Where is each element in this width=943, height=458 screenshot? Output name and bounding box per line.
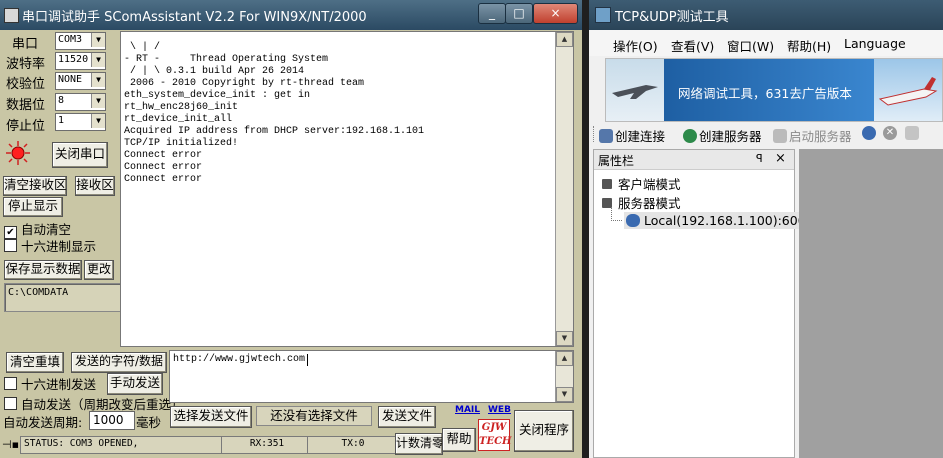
send-input[interactable]: http://www.gjwtech.com ▲ ▼ <box>169 350 574 403</box>
baud-select[interactable]: 11520 ▼ <box>55 52 106 70</box>
close-icon[interactable]: × <box>533 3 578 24</box>
scroll-down-icon[interactable]: ▼ <box>556 331 573 346</box>
chevron-down-icon: ▼ <box>91 53 105 67</box>
toolbar-grip <box>593 126 597 142</box>
create-server-button[interactable]: 创建服务器 <box>683 126 762 145</box>
chevron-down-icon: ▼ <box>91 114 105 128</box>
period-input[interactable]: 1000 <box>89 411 135 430</box>
scroll-up-icon[interactable]: ▲ <box>556 32 573 47</box>
banner-jet-image <box>606 59 664 121</box>
chevron-down-icon: ▼ <box>91 94 105 108</box>
save-path-field[interactable]: C:\COMDATA <box>4 283 121 312</box>
tree-item-local-server[interactable]: Local(192.168.1.100):6000 <box>624 212 816 229</box>
parity-select[interactable]: NONE ▼ <box>55 72 106 90</box>
change-path-button[interactable]: 更改 <box>84 260 114 280</box>
hex-send-checkbox[interactable]: 十六进制发送 <box>4 374 96 393</box>
serial-title-bar[interactable]: 串口调试助手 SComAssistant V2.2 For WIN9X/NT/2… <box>0 0 582 30</box>
web-link[interactable]: WEB <box>488 405 511 415</box>
menu-window[interactable]: 窗口(W) <box>727 36 774 55</box>
logo-text-top: GJW <box>481 422 507 433</box>
databits-label: 数据位 <box>6 98 46 113</box>
logo-text-bottom: TECH <box>479 436 512 447</box>
receive-terminal[interactable]: \ | / - RT - Thread Operating System / |… <box>120 31 574 347</box>
start-server-button[interactable]: 启动服务器 <box>773 126 852 145</box>
stopbits-select[interactable]: 1 ▼ <box>55 113 106 131</box>
serial-assistant-window: 串口调试助手 SComAssistant V2.2 For WIN9X/NT/2… <box>0 0 582 458</box>
close-port-button[interactable]: 关闭串口 <box>52 142 108 168</box>
manual-send-button[interactable]: 手动发送 <box>107 373 163 395</box>
port-status-led-icon <box>6 141 30 165</box>
server-icon <box>683 129 697 143</box>
stop-display-button[interactable]: 停止显示 <box>3 197 63 217</box>
minimize-button[interactable]: _ <box>478 3 506 24</box>
menu-view[interactable]: 查看(V) <box>671 36 714 55</box>
file-status: 还没有选择文件 <box>256 406 372 426</box>
app-icon <box>4 8 19 23</box>
count-clear-button[interactable]: 计数清零 <box>395 433 443 455</box>
status-text: STATUS: COM3 OPENED, <box>20 436 225 454</box>
exit-program-button[interactable]: 关闭程序 <box>514 410 574 452</box>
menu-language[interactable]: Language <box>844 36 906 51</box>
banner-text: 网络调试工具，631去广告版本 <box>678 86 852 101</box>
hex-display-checkbox[interactable]: 十六进制显示 <box>4 236 96 255</box>
tree-connector <box>611 208 622 221</box>
scroll-down-icon[interactable]: ▼ <box>556 387 573 402</box>
disconnect-icon[interactable] <box>905 126 919 140</box>
parity-label: 校验位 <box>6 77 46 92</box>
stop-icon[interactable]: ✕ <box>883 126 897 140</box>
tcp-window-title: TCP&UDP测试工具 <box>615 10 729 25</box>
users-icon[interactable] <box>862 126 876 140</box>
menu-help[interactable]: 帮助(H) <box>787 36 831 55</box>
server-node-icon <box>602 198 612 208</box>
receive-area-button[interactable]: 接收区 <box>75 176 115 196</box>
start-server-icon <box>773 129 787 143</box>
terminal-output: \ | / - RT - Thread Operating System / |… <box>124 42 425 185</box>
send-area-button[interactable]: 发送的字符/数据 <box>71 352 167 373</box>
connect-icon <box>599 129 613 143</box>
banner-plane-image <box>874 59 942 121</box>
ad-banner[interactable]: 网络调试工具，631去广告版本 <box>605 58 943 122</box>
help-button[interactable]: 帮助 <box>442 428 476 452</box>
select-file-button[interactable]: 选择发送文件 <box>170 406 252 428</box>
create-connection-button[interactable]: 创建连接 <box>599 126 665 145</box>
tx-counter: TX:0 <box>307 436 396 454</box>
properties-title: 属性栏 <box>598 154 635 168</box>
banner-text-area: 网络调试工具，631去广告版本 <box>664 59 874 121</box>
port-select[interactable]: COM3 ▼ <box>55 32 106 50</box>
period-unit: 毫秒 <box>136 415 162 430</box>
maximize-button[interactable]: □ <box>505 3 533 24</box>
menu-operate[interactable]: 操作(O) <box>613 36 658 55</box>
terminal-scrollbar[interactable]: ▲ ▼ <box>555 32 573 346</box>
tcp-title-bar[interactable]: TCP&UDP测试工具 <box>589 0 943 30</box>
chevron-down-icon: ▼ <box>91 73 105 87</box>
text-caret <box>307 354 308 366</box>
period-label: 自动发送周期: <box>3 415 83 430</box>
clear-resend-button[interactable]: 清空重填 <box>6 352 64 373</box>
stopbits-label: 停止位 <box>6 119 46 134</box>
properties-header: 属性栏 ꟼ × <box>594 150 794 170</box>
tree-item-client-mode[interactable]: 客户端模式 <box>602 174 681 193</box>
client-node-icon <box>602 179 612 189</box>
gjwtech-logo[interactable]: GJW TECH <box>478 419 512 451</box>
serial-window-title: 串口调试助手 SComAssistant V2.2 For WIN9X/NT/2… <box>22 10 367 25</box>
rx-counter: RX:351 <box>221 436 310 454</box>
port-label: 串口 <box>12 37 39 52</box>
properties-panel: 属性栏 ꟼ × 客户端模式 服务器模式 Local(192.168.1.100)… <box>593 149 816 458</box>
databits-select[interactable]: 8 ▼ <box>55 93 106 111</box>
mail-link[interactable]: MAIL <box>455 405 480 415</box>
chevron-down-icon: ▼ <box>91 33 105 47</box>
baud-label: 波特率 <box>6 57 46 72</box>
clear-receive-button[interactable]: 清空接收区 <box>3 176 67 196</box>
scroll-up-icon[interactable]: ▲ <box>556 351 573 366</box>
tcp-udp-window: TCP&UDP测试工具 操作(O) 查看(V) 窗口(W) 帮助(H) Lang… <box>589 0 943 458</box>
app-icon <box>595 7 611 23</box>
send-scrollbar[interactable]: ▲ ▼ <box>555 351 573 402</box>
status-icon: ⊣▪ <box>2 438 20 451</box>
users-node-icon <box>626 214 640 227</box>
pin-icon[interactable]: ꟼ <box>756 152 763 165</box>
send-file-button[interactable]: 发送文件 <box>378 406 436 428</box>
save-display-button[interactable]: 保存显示数据 <box>4 260 82 280</box>
close-panel-icon[interactable]: × <box>775 151 786 166</box>
workspace-area <box>799 149 943 458</box>
